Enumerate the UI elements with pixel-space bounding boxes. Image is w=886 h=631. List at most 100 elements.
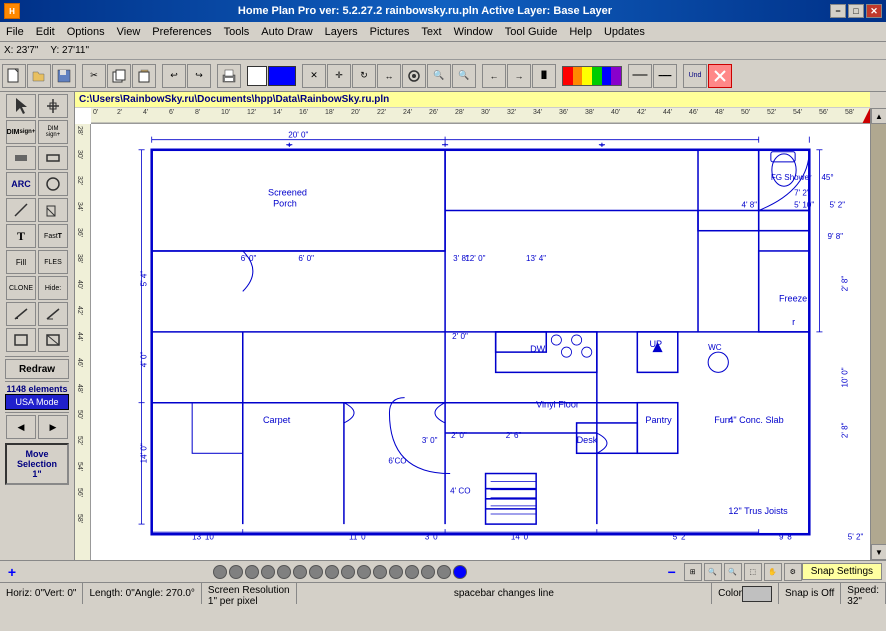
lt-line1[interactable] <box>6 302 36 326</box>
tb-select[interactable]: ✕ <box>302 64 326 88</box>
menu-view[interactable]: View <box>111 24 147 40</box>
zoom-select[interactable]: ⬚ <box>744 563 762 581</box>
zoom-gear[interactable]: ⚙ <box>784 563 802 581</box>
drawing-area[interactable]: C:\Users\RainbowSky.ru\Documents\hpp\Dat… <box>75 92 870 560</box>
tb-undo[interactable]: ↩ <box>162 64 186 88</box>
lt-circle[interactable] <box>38 172 68 196</box>
tb-move[interactable]: ✛ <box>327 64 351 88</box>
menu-text[interactable]: Text <box>415 24 447 40</box>
tb-save[interactable] <box>52 64 76 88</box>
menu-edit[interactable]: Edit <box>30 24 61 40</box>
zoom-plus-icon[interactable]: + <box>4 565 20 579</box>
menu-toolguide[interactable]: Tool Guide <box>499 24 564 40</box>
circle-btn-10[interactable] <box>357 565 371 579</box>
circle-btn-1[interactable] <box>213 565 227 579</box>
tb-delete[interactable] <box>708 64 732 88</box>
menu-preferences[interactable]: Preferences <box>146 24 217 40</box>
blueprint-canvas[interactable]: + + <box>91 124 870 560</box>
lt-door[interactable] <box>38 198 68 222</box>
zoom-minus-icon[interactable]: − <box>664 565 680 579</box>
vscroll-up[interactable]: ▲ <box>871 108 886 124</box>
lt-tiles[interactable]: FLES <box>38 250 68 274</box>
tb-open[interactable] <box>27 64 51 88</box>
circle-btn-8[interactable] <box>325 565 339 579</box>
lt-rect2[interactable] <box>38 328 68 352</box>
menu-options[interactable]: Options <box>61 24 111 40</box>
lt-wall2[interactable] <box>38 146 68 170</box>
vscroll-down[interactable]: ▼ <box>871 544 886 560</box>
move-selection[interactable]: MoveSelection1" <box>5 443 69 485</box>
tb-arrow-right[interactable]: → <box>507 64 531 88</box>
color-swatch[interactable] <box>742 586 772 602</box>
usa-mode[interactable]: USA Mode <box>5 394 69 410</box>
lt-text[interactable]: T <box>6 224 36 248</box>
circle-btn-6[interactable] <box>293 565 307 579</box>
tb-print[interactable] <box>217 64 241 88</box>
circle-btn-13[interactable] <box>405 565 419 579</box>
circle-btn-4[interactable] <box>261 565 275 579</box>
lt-wall1[interactable] <box>6 146 36 170</box>
lt-hide[interactable]: Hide: <box>38 276 68 300</box>
zoom-in[interactable]: 🔍 <box>704 563 722 581</box>
menu-autodraw[interactable]: Auto Draw <box>255 24 318 40</box>
tb-height[interactable]: ▐▌ <box>532 64 556 88</box>
lt-arc[interactable]: ARC <box>6 172 36 196</box>
tb-copy[interactable] <box>107 64 131 88</box>
circle-btn-15[interactable] <box>437 565 451 579</box>
close-button[interactable]: ✕ <box>866 4 882 18</box>
menu-file[interactable]: File <box>0 24 30 40</box>
menu-help[interactable]: Help <box>563 24 598 40</box>
circle-btn-12[interactable] <box>389 565 403 579</box>
tb-color1[interactable] <box>247 66 267 86</box>
lt-select-arrow[interactable] <box>6 94 36 118</box>
lt-dim[interactable]: DIMsign+ <box>6 120 36 144</box>
circle-btn-2[interactable] <box>229 565 243 579</box>
lt-fill[interactable]: Fill <box>6 250 36 274</box>
tb-arrow-left[interactable]: ← <box>482 64 506 88</box>
lt-clone[interactable]: CLONE <box>6 276 36 300</box>
lt-stairs[interactable] <box>6 198 36 222</box>
tb-rotate[interactable]: ↻ <box>352 64 376 88</box>
tb-line-style[interactable]: ═══ <box>628 64 652 88</box>
circle-btn-3[interactable] <box>245 565 259 579</box>
zoom-fit[interactable]: ⊞ <box>684 563 702 581</box>
lt-redraw[interactable]: Redraw <box>5 359 69 379</box>
tb-zoomin[interactable]: 🔍 <box>427 64 451 88</box>
lt-angle[interactable] <box>38 302 68 326</box>
lt-select-cross[interactable] <box>38 94 68 118</box>
lt-text-fast[interactable]: FastT <box>38 224 68 248</box>
tb-line-weight[interactable]: ━━━ <box>653 64 677 88</box>
tb-snap[interactable] <box>402 64 426 88</box>
lt-dim2[interactable]: DIMsign+ <box>38 120 68 144</box>
tb-cut[interactable]: ✂ <box>82 64 106 88</box>
tb-undo2[interactable]: Und <box>683 64 707 88</box>
svg-text:Screened: Screened <box>268 187 307 197</box>
lt-rect1[interactable] <box>6 328 36 352</box>
maximize-button[interactable]: □ <box>848 4 864 18</box>
menu-pictures[interactable]: Pictures <box>364 24 416 40</box>
lt-nav-left[interactable]: ◀ <box>6 415 36 439</box>
circle-btn-14[interactable] <box>421 565 435 579</box>
menu-window[interactable]: Window <box>448 24 499 40</box>
circle-btn-5[interactable] <box>277 565 291 579</box>
snap-settings-button[interactable]: Snap Settings <box>802 563 882 580</box>
tb-flip[interactable]: ↔ <box>377 64 401 88</box>
circle-btn-9[interactable] <box>341 565 355 579</box>
right-scrollbar[interactable]: ▲ ▼ <box>870 108 886 560</box>
menu-updates[interactable]: Updates <box>598 24 651 40</box>
zoom-pan[interactable]: ✋ <box>764 563 782 581</box>
svg-text:12" Trus Joists: 12" Trus Joists <box>728 506 788 516</box>
circle-btn-16[interactable] <box>453 565 467 579</box>
minimize-button[interactable]: − <box>830 4 846 18</box>
circle-btn-11[interactable] <box>373 565 387 579</box>
tb-zoomout[interactable]: 🔍 <box>452 64 476 88</box>
lt-nav-right[interactable]: ▶ <box>38 415 68 439</box>
menu-layers[interactable]: Layers <box>319 24 364 40</box>
circle-btn-7[interactable] <box>309 565 323 579</box>
tb-new[interactable] <box>2 64 26 88</box>
tb-redo[interactable]: ↪ <box>187 64 211 88</box>
zoom-out2[interactable]: 🔍 <box>724 563 742 581</box>
tb-paste[interactable] <box>132 64 156 88</box>
menu-tools[interactable]: Tools <box>218 24 256 40</box>
tb-color2[interactable] <box>268 66 296 86</box>
